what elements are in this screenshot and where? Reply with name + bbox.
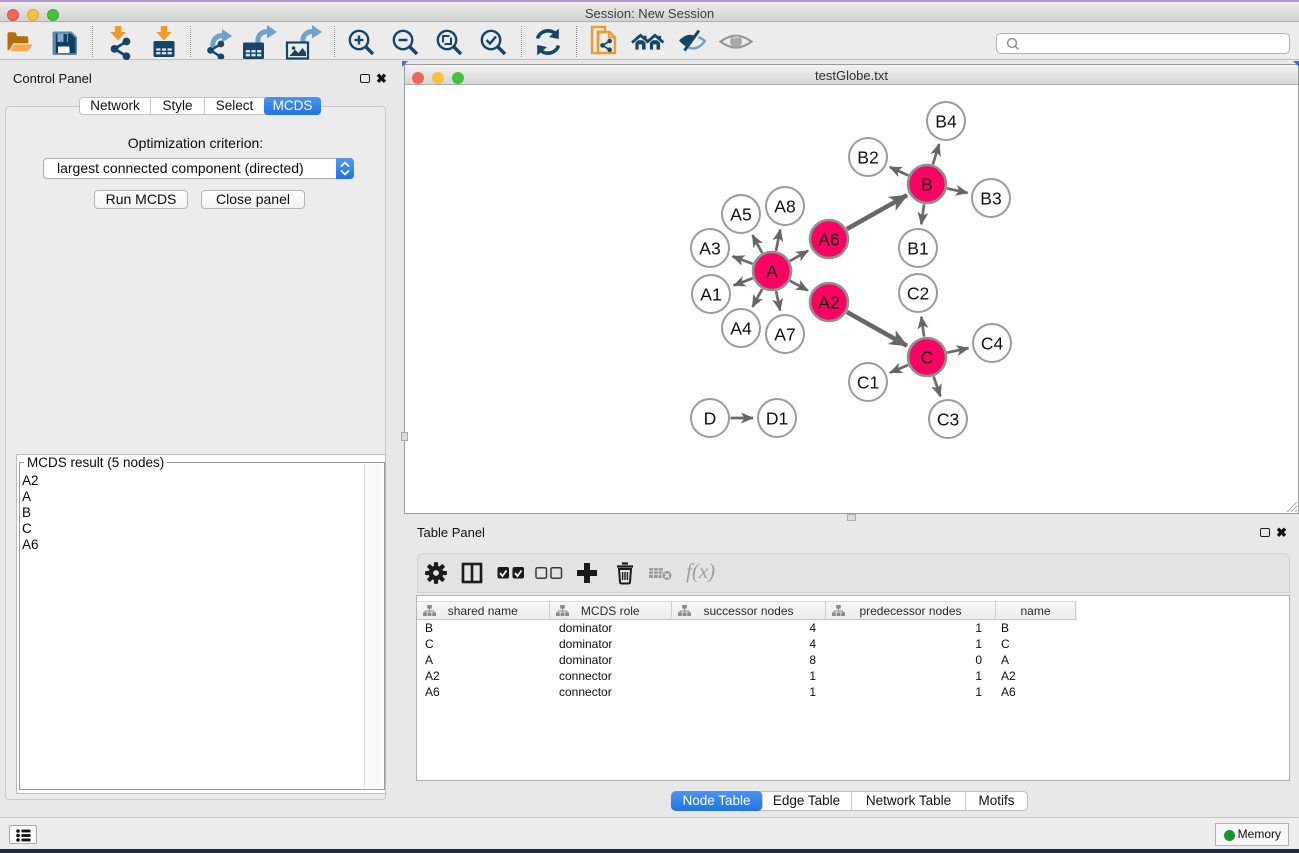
svg-text:B1: B1 xyxy=(907,239,928,259)
svg-text:D1: D1 xyxy=(766,409,788,429)
svg-text:B: B xyxy=(921,175,933,195)
svg-text:A: A xyxy=(766,262,778,282)
svg-text:A7: A7 xyxy=(774,325,795,345)
svg-text:B3: B3 xyxy=(980,189,1001,209)
svg-text:C2: C2 xyxy=(907,284,929,304)
svg-text:C4: C4 xyxy=(981,334,1004,354)
svg-text:C: C xyxy=(921,348,934,368)
svg-text:B4: B4 xyxy=(935,112,957,132)
svg-text:A2: A2 xyxy=(818,293,839,313)
svg-text:A3: A3 xyxy=(699,239,720,259)
svg-text:C3: C3 xyxy=(937,410,959,430)
svg-text:A1: A1 xyxy=(700,285,721,305)
svg-text:A6: A6 xyxy=(818,230,839,250)
svg-text:C1: C1 xyxy=(857,373,879,393)
svg-text:D: D xyxy=(704,409,717,429)
svg-text:A5: A5 xyxy=(730,205,751,225)
svg-text:A8: A8 xyxy=(774,197,795,217)
svg-text:A4: A4 xyxy=(730,319,752,339)
svg-text:B2: B2 xyxy=(857,148,878,168)
